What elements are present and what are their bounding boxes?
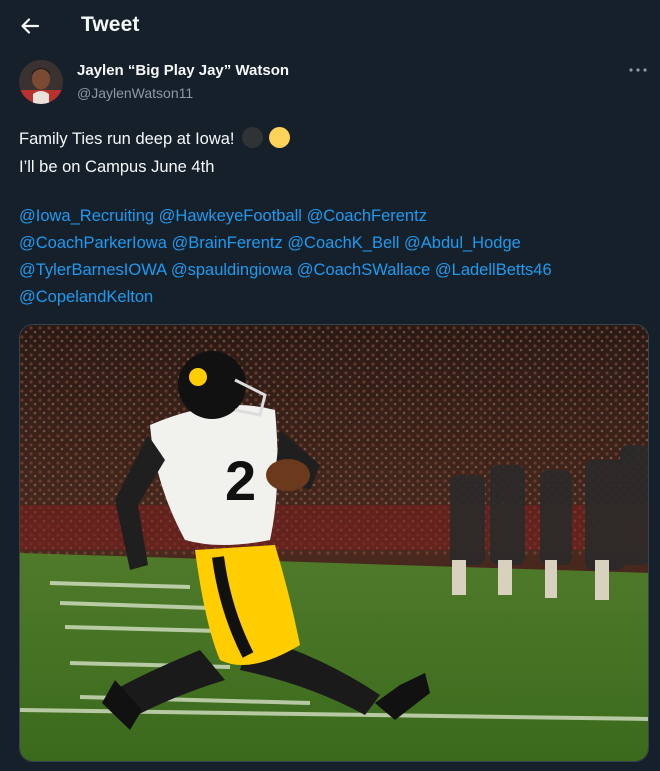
mention-link[interactable]: @CopelandKelton — [19, 288, 153, 306]
tweet-line-1-text: Family Ties run deep at Iowa! — [19, 130, 235, 148]
mention-link[interactable]: @TylerBarnesIOWA — [19, 261, 166, 279]
mention-link[interactable]: @BrainFerentz — [172, 234, 283, 252]
mentions-line: @CoachParkerIowa @BrainFerentz @CoachK_B… — [19, 230, 649, 257]
mention-link[interactable]: @spauldingiowa — [171, 261, 292, 279]
top-bar: Tweet — [0, 0, 660, 52]
football-photo-illustration: 2 — [20, 325, 648, 761]
mention-link[interactable]: @Iowa_Recruiting — [19, 207, 154, 225]
yellow-circle-emoji-icon — [269, 127, 291, 148]
mentions-line: @CopelandKelton — [19, 284, 649, 311]
tweet-text: Family Ties run deep at Iowa! I’ll be on… — [19, 125, 644, 181]
tweet-media-photo[interactable]: 2 — [19, 324, 649, 762]
tweet-line-2: I’ll be on Campus June 4th — [19, 158, 215, 176]
mentions-line: @TylerBarnesIOWA @spauldingiowa @CoachSW… — [19, 257, 649, 284]
mention-link[interactable]: @LadellBetts46 — [435, 261, 552, 279]
avatar[interactable] — [19, 60, 63, 104]
mentions-line: @Iowa_Recruiting @HawkeyeFootball @Coach… — [19, 203, 649, 230]
mention-link[interactable]: @CoachSWallace — [297, 261, 431, 279]
page-title: Tweet — [81, 13, 140, 36]
svg-text:2: 2 — [225, 449, 256, 512]
mention-link[interactable]: @CoachParkerIowa — [19, 234, 167, 252]
black-circle-emoji-icon — [241, 127, 263, 148]
back-arrow-icon[interactable] — [16, 12, 44, 40]
mention-link[interactable]: @HawkeyeFootball — [159, 207, 302, 225]
author-handle[interactable]: @JaylenWatson11 — [77, 85, 193, 101]
more-options-icon[interactable] — [626, 60, 650, 80]
mentions-list: @Iowa_Recruiting @HawkeyeFootball @Coach… — [19, 203, 649, 311]
mention-link[interactable]: @CoachFerentz — [307, 207, 427, 225]
author-name[interactable]: Jaylen “Big Play Jay” Watson — [77, 62, 289, 79]
tweet-line-1: Family Ties run deep at Iowa! — [19, 125, 644, 153]
mention-link[interactable]: @Abdul_Hodge — [404, 234, 521, 252]
mention-link[interactable]: @CoachK_Bell — [287, 234, 399, 252]
